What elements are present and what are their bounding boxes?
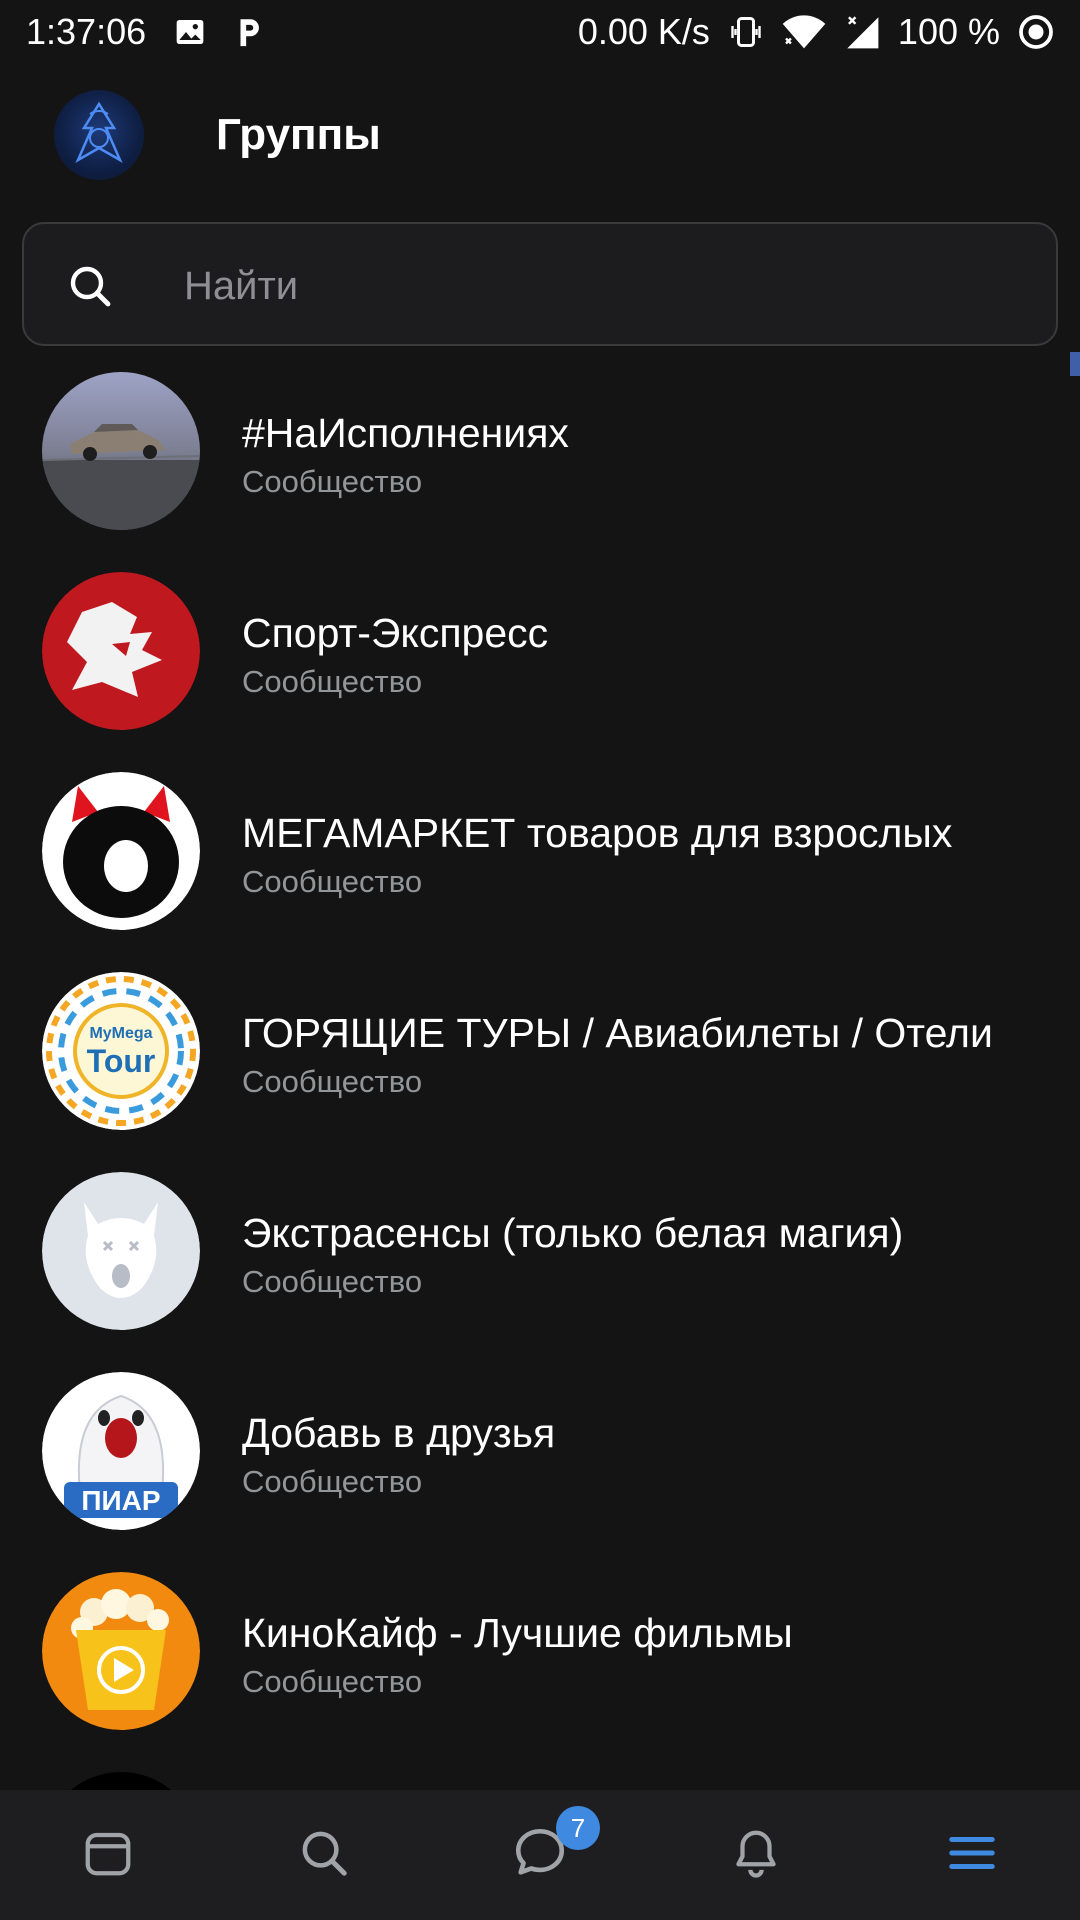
list-item[interactable]: #НаИсполнениях Сообщество bbox=[0, 372, 1080, 552]
group-avatar: MyMega Tour bbox=[42, 972, 200, 1130]
group-type: Сообщество bbox=[242, 864, 423, 899]
tour-logo-bottom: Tour bbox=[87, 1043, 156, 1079]
nav-feed[interactable] bbox=[0, 1790, 216, 1920]
list-item[interactable]: Экстрасенсы (только белая магия) Сообщес… bbox=[0, 1172, 1080, 1352]
nav-search[interactable] bbox=[216, 1790, 432, 1920]
group-name: Добавь в друзья bbox=[242, 1410, 556, 1456]
vibrate-icon bbox=[728, 14, 764, 50]
group-type: Сообщество bbox=[242, 464, 423, 499]
bottom-navigation: 7 bbox=[0, 1790, 1080, 1920]
battery-icon bbox=[1018, 14, 1054, 50]
list-item[interactable]: МЕГАМАРКЕТ товаров для взрослых Сообщест… bbox=[0, 772, 1080, 952]
header: Группы bbox=[0, 86, 1080, 186]
search-input[interactable] bbox=[184, 254, 1024, 318]
group-type: Сообщество bbox=[242, 1264, 423, 1299]
group-avatar: ПИАР bbox=[42, 1372, 200, 1530]
list-item[interactable]: ПИАР Добавь в друзья Сообщество bbox=[0, 1372, 1080, 1552]
search-bar[interactable] bbox=[22, 222, 1058, 346]
menu-icon bbox=[945, 1826, 999, 1885]
nav-messages[interactable]: 7 bbox=[432, 1790, 648, 1920]
group-avatar bbox=[42, 1572, 200, 1730]
nav-menu[interactable] bbox=[864, 1790, 1080, 1920]
profile-avatar[interactable] bbox=[54, 90, 144, 180]
group-name: МЕГАМАРКЕТ товаров для взрослых bbox=[242, 810, 953, 856]
gallery-icon bbox=[174, 16, 206, 48]
group-name: #НаИсполнениях bbox=[242, 410, 569, 456]
list-item[interactable]: КиноКайф - Лучшие фильмы Сообщество bbox=[0, 1572, 1080, 1752]
group-avatar bbox=[42, 572, 200, 730]
group-type: Сообщество bbox=[242, 1664, 423, 1699]
cell-signal-icon bbox=[844, 14, 880, 50]
feed-icon bbox=[81, 1826, 135, 1885]
group-avatar bbox=[42, 772, 200, 930]
group-type: Сообщество bbox=[242, 1064, 423, 1099]
group-type: Сообщество bbox=[242, 664, 423, 699]
search-icon bbox=[66, 262, 114, 310]
wifi-icon bbox=[782, 14, 826, 50]
list-item[interactable]: Спорт-Экспресс Сообщество bbox=[0, 572, 1080, 752]
status-time: 1:37:06 bbox=[26, 11, 147, 52]
battery-level: 100 % bbox=[897, 11, 1000, 52]
group-name: Экстрасенсы (только белая магия) bbox=[242, 1210, 904, 1256]
messages-badge: 7 bbox=[556, 1806, 600, 1850]
group-avatar bbox=[42, 372, 200, 530]
search-icon bbox=[297, 1826, 351, 1885]
parking-icon bbox=[234, 15, 264, 49]
nav-notifications[interactable] bbox=[648, 1790, 864, 1920]
tour-logo-top: MyMega bbox=[89, 1025, 152, 1042]
group-type: Сообщество bbox=[242, 1464, 423, 1499]
page-title: Группы bbox=[216, 110, 381, 159]
status-bar: 1:37:06 0.00 K/s 100 % bbox=[0, 0, 1080, 64]
group-name: Спорт-Экспресс bbox=[242, 610, 549, 656]
network-speed: 0.00 K/s bbox=[577, 11, 710, 52]
list-item[interactable]: MyMega Tour ГОРЯЩИЕ ТУРЫ / Авиабилеты / … bbox=[0, 972, 1080, 1152]
piar-logo-text: ПИАР bbox=[81, 1485, 160, 1516]
notifications-icon bbox=[729, 1826, 783, 1885]
group-avatar bbox=[42, 1172, 200, 1330]
group-name: ГОРЯЩИЕ ТУРЫ / Авиабилеты / Отели bbox=[242, 1010, 993, 1056]
group-name: КиноКайф - Лучшие фильмы bbox=[242, 1610, 793, 1656]
